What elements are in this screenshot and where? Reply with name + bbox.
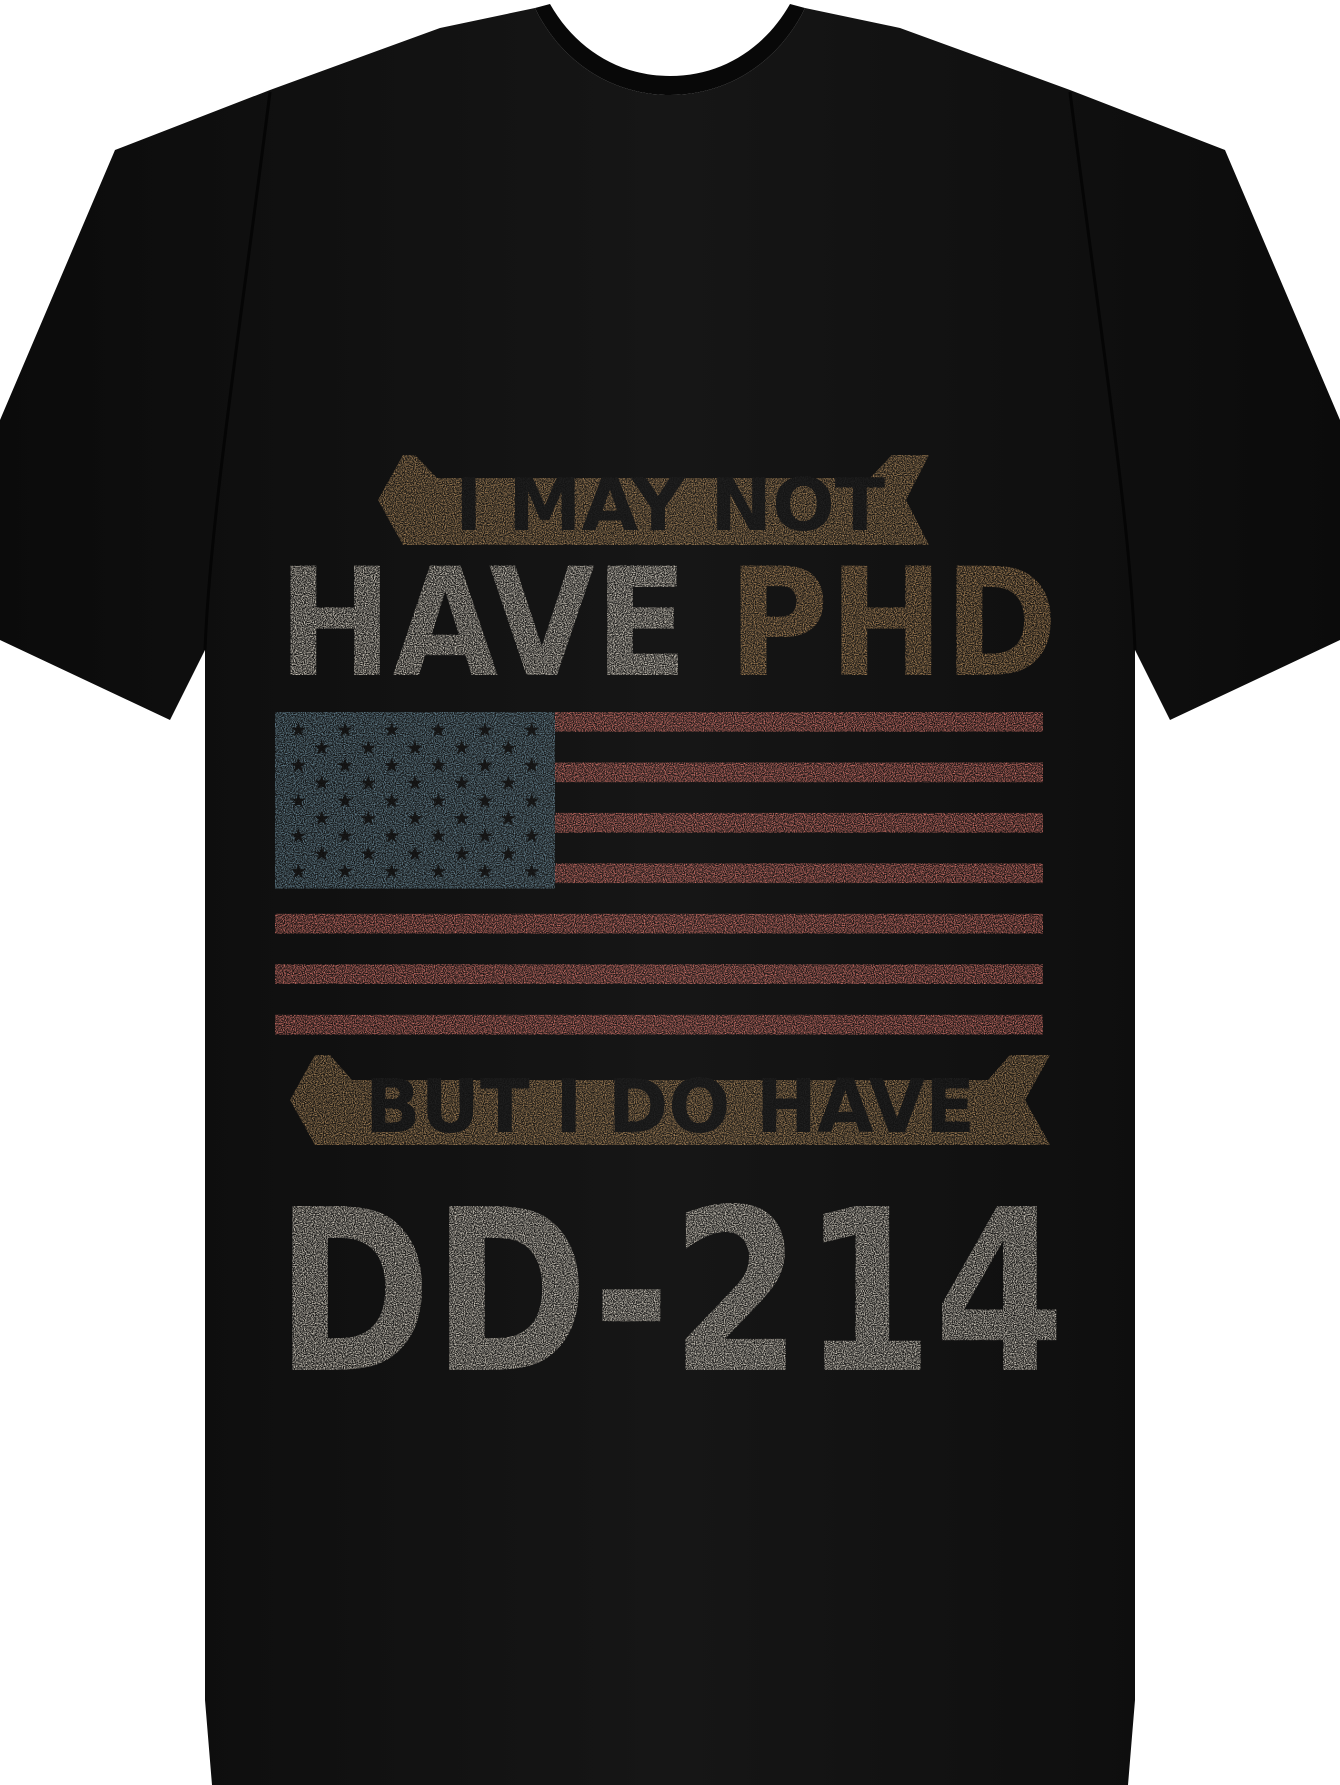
- flag-star-icon: ★: [499, 771, 517, 795]
- top-banner-text: I MAY NOT: [455, 463, 885, 547]
- flag-star-icon: ★: [289, 753, 307, 777]
- flag-star-icon: ★: [476, 788, 494, 812]
- flag-star-icon: ★: [406, 735, 424, 759]
- headline-have-phd: HAVE PHD: [278, 537, 1058, 711]
- flag-star-icon: ★: [453, 735, 471, 759]
- flag-star-icon: ★: [313, 841, 331, 865]
- flag-star-icon: ★: [523, 824, 541, 848]
- flag-star-icon: ★: [453, 806, 471, 830]
- flag-star-icon: ★: [476, 824, 494, 848]
- flag-star-icon: ★: [476, 753, 494, 777]
- flag-stripe: [275, 1014, 1043, 1035]
- flag-star-icon: ★: [499, 735, 517, 759]
- flag-star-icon: ★: [406, 841, 424, 865]
- flag-star-icon: ★: [406, 806, 424, 830]
- flag-stripe: [275, 913, 1043, 934]
- flag-star-icon: ★: [429, 718, 447, 742]
- flag-star-icon: ★: [429, 859, 447, 883]
- flag-star-icon: ★: [289, 859, 307, 883]
- tshirt-product-image: I MAY NOT HAVE PHD ★ ★ ★ ★ ★ ★★ ★ ★ ★ ★★ ★ ★ ★ ★ ★★ ★ ★ ★…: [0, 0, 1340, 1785]
- flag-star-icon: ★: [313, 806, 331, 830]
- flag-star-icon: ★: [429, 753, 447, 777]
- flag-star-icon: ★: [289, 718, 307, 742]
- flag-star-icon: ★: [383, 753, 401, 777]
- flag-star-icon: ★: [289, 824, 307, 848]
- flag-star-icon: ★: [406, 771, 424, 795]
- flag-star-icon: ★: [336, 824, 354, 848]
- flag-star-icon: ★: [429, 788, 447, 812]
- flag-star-icon: ★: [476, 718, 494, 742]
- headline-dd-214: DD-214: [275, 1162, 1065, 1424]
- flag-star-icon: ★: [453, 771, 471, 795]
- bottom-banner: BUT I DO HAVE: [290, 1055, 1050, 1150]
- flag-star-icon: ★: [359, 841, 377, 865]
- headline-word-phd: PHD: [728, 537, 1058, 711]
- flag-star-icon: ★: [523, 788, 541, 812]
- flag-star-icon: ★: [523, 718, 541, 742]
- flag-star-icon: ★: [476, 859, 494, 883]
- flag-star-icon: ★: [313, 735, 331, 759]
- flag-star-icon: ★: [383, 788, 401, 812]
- flag-star-icon: ★: [499, 806, 517, 830]
- flag-star-icon: ★: [359, 735, 377, 759]
- top-banner: I MAY NOT: [378, 455, 929, 547]
- flag-star-icon: ★: [359, 771, 377, 795]
- flag-star-icon: ★: [336, 859, 354, 883]
- bottom-banner-text: BUT I DO HAVE: [365, 1064, 975, 1150]
- flag-star-icon: ★: [336, 788, 354, 812]
- flag-star-icon: ★: [336, 718, 354, 742]
- flag-star-icon: ★: [383, 824, 401, 848]
- flag-star-icon: ★: [313, 771, 331, 795]
- flag-star-icon: ★: [383, 859, 401, 883]
- flag-star-icon: ★: [359, 806, 377, 830]
- headline-word-have: HAVE: [278, 537, 688, 711]
- flag-star-icon: ★: [429, 824, 447, 848]
- flag-star-icon: ★: [453, 841, 471, 865]
- flag-star-icon: ★: [523, 859, 541, 883]
- flag-star-icon: ★: [383, 718, 401, 742]
- flag-star-icon: ★: [499, 841, 517, 865]
- flag-stripe: [275, 964, 1043, 984]
- flag-star-icon: ★: [289, 788, 307, 812]
- flag-star-icon: ★: [336, 753, 354, 777]
- flag-star-icon: ★: [523, 753, 541, 777]
